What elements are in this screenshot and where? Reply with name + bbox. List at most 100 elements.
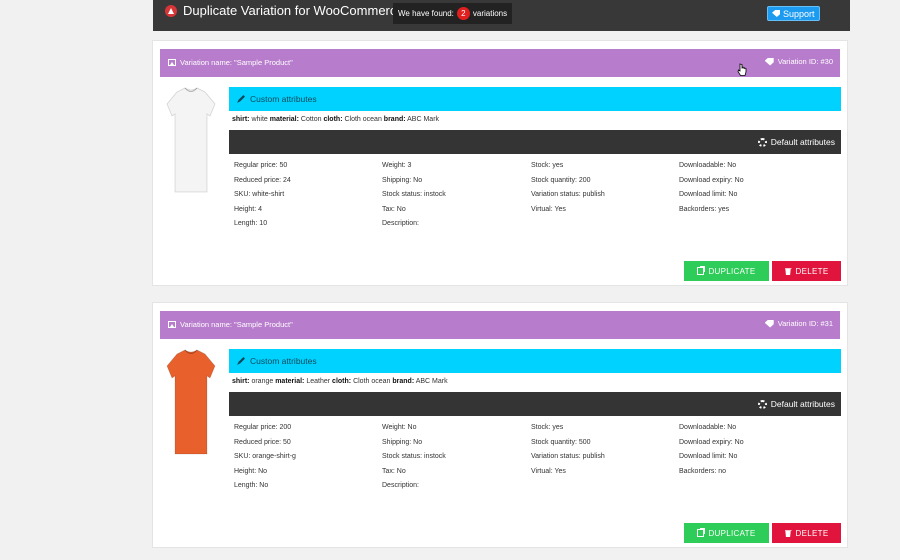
variation-detail: Backorders: no	[679, 467, 727, 475]
attribute-key: material:	[275, 378, 305, 385]
attribute-key: brand:	[383, 116, 406, 123]
attribute-key: cloth:	[323, 116, 343, 123]
attribute-list: shirt: orange material: Leather cloth: C…	[232, 378, 448, 385]
detail-column: Stock: yes Stock quantity: 200 Variation s…	[531, 162, 605, 220]
gear-icon	[757, 137, 767, 147]
variation-detail: Weight: 3	[382, 162, 412, 169]
custom-attributes-bar: Custom attributes	[229, 349, 841, 373]
variation-detail: Description:	[382, 220, 419, 227]
variation-card: Variation name: "Sample Product" Variatio…	[152, 302, 848, 548]
variation-detail: Downloadable: No	[679, 162, 737, 169]
variation-detail: Height: No	[234, 467, 268, 475]
variation-detail: Virtual: Yes	[531, 205, 566, 213]
image-icon	[168, 59, 176, 66]
variation-detail: Description:	[382, 482, 419, 489]
variation-detail: Stock status: instock	[382, 453, 446, 460]
variation-detail: Tax: No	[382, 467, 406, 475]
variation-detail: Reduced price: 24	[234, 176, 291, 184]
attribute-key: cloth:	[332, 378, 352, 385]
attribute-value: Cotton	[300, 116, 322, 123]
attribute-value: Leather	[306, 378, 331, 385]
page-title: Duplicate Variation for WooCommerce	[183, 3, 404, 18]
product-thumbnail	[166, 87, 216, 193]
delete-button[interactable]: DELETE	[772, 261, 841, 281]
attribute-value: Cloth ocean	[353, 378, 391, 385]
variation-detail: Shipping: No	[382, 438, 423, 446]
trash-icon	[784, 268, 792, 275]
attribute-value: white	[251, 116, 268, 123]
delete-button[interactable]: DELETE	[772, 523, 841, 543]
variation-detail: Stock quantity: 200	[531, 176, 591, 184]
detail-column: Downloadable: No Download expiry: No Downl…	[679, 424, 744, 482]
variation-name: Variation name: "Sample Product"	[180, 320, 293, 329]
detail-column: Stock: yes Stock quantity: 500 Variation s…	[531, 424, 605, 482]
plugin-logo-icon	[165, 5, 177, 17]
variation-detail: Virtual: Yes	[531, 467, 566, 475]
variation-id: Variation ID: #31	[777, 319, 833, 328]
tag-icon	[764, 57, 774, 66]
detail-column: Regular price: 200 Reduced price: 50 SKU: …	[234, 424, 296, 497]
variation-header: Variation name: "Sample Product" Variatio…	[160, 311, 840, 339]
found-suffix: variations	[472, 9, 508, 18]
variation-detail: Weight: No	[382, 424, 417, 431]
duplicate-label: DUPLICATE	[708, 266, 756, 276]
plugin-header: Duplicate Variation for WooCommerce We h…	[153, 0, 850, 31]
attribute-value: Cloth ocean	[344, 116, 382, 123]
support-button[interactable]: Support	[767, 6, 820, 21]
variation-detail: Variation status: publish	[531, 453, 605, 460]
detail-column: Weight: 3 Shipping: No Stock status: insto…	[382, 162, 446, 235]
variation-detail: Length: No	[234, 482, 269, 489]
attribute-key: shirt:	[232, 116, 250, 123]
variation-detail: Backorders: yes	[679, 205, 730, 213]
variation-detail: SKU: orange-shirt-g	[234, 453, 296, 460]
variation-detail: Variation status: publish	[531, 191, 605, 198]
variation-detail: Height: 4	[234, 205, 263, 213]
attribute-key: material:	[269, 116, 299, 123]
variation-detail: SKU: white-shirt	[234, 191, 285, 198]
duplicate-button[interactable]: DUPLICATE	[684, 261, 769, 281]
found-count: 2	[456, 7, 470, 20]
variation-detail: Download expiry: No	[679, 438, 744, 446]
default-attributes-bar: Default attributes	[229, 392, 841, 416]
variation-detail: Download limit: No	[679, 191, 738, 198]
variation-detail: Reduced price: 50	[234, 438, 291, 446]
variation-detail: Stock: yes	[531, 162, 564, 169]
paintbrush-icon	[237, 357, 245, 365]
product-thumbnail	[166, 349, 216, 455]
variation-detail: Download expiry: No	[679, 176, 744, 184]
variations-found-badge: We have found: 2 variations	[393, 3, 513, 24]
default-attributes-label: Default attributes	[770, 137, 835, 147]
detail-column: Downloadable: No Download expiry: No Downl…	[679, 162, 744, 220]
found-prefix: We have found:	[398, 9, 454, 18]
image-icon	[168, 321, 176, 328]
gear-icon	[757, 399, 767, 409]
attribute-key: shirt:	[232, 378, 250, 385]
copy-icon	[697, 267, 705, 275]
variation-detail: Stock status: instock	[382, 191, 446, 198]
detail-column: Regular price: 50 Reduced price: 24 SKU: w…	[234, 162, 291, 235]
support-label: Support	[783, 8, 815, 19]
variation-detail: Stock quantity: 500	[531, 438, 591, 446]
duplicate-label: DUPLICATE	[708, 528, 756, 538]
ticket-icon	[772, 10, 780, 17]
tag-icon	[764, 319, 774, 328]
paintbrush-icon	[237, 95, 245, 103]
variation-detail: Regular price: 200	[234, 424, 292, 431]
trash-icon	[784, 530, 792, 537]
variation-name: Variation name: "Sample Product"	[180, 58, 293, 67]
delete-label: DELETE	[795, 528, 829, 538]
variation-detail: Regular price: 50	[234, 162, 288, 169]
detail-column: Weight: No Shipping: No Stock status: inst…	[382, 424, 446, 497]
duplicate-button[interactable]: DUPLICATE	[684, 523, 769, 543]
variation-id: Variation ID: #30	[777, 57, 833, 66]
default-attributes-label: Default attributes	[770, 399, 835, 409]
copy-icon	[697, 529, 705, 537]
delete-label: DELETE	[795, 266, 829, 276]
custom-attributes-label: Custom attributes	[250, 356, 317, 366]
attribute-value: ABC Mark	[407, 116, 440, 123]
custom-attributes-bar: Custom attributes	[229, 87, 841, 111]
variation-detail: Downloadable: No	[679, 424, 737, 431]
attribute-value: ABC Mark	[415, 378, 448, 385]
attribute-key: brand:	[392, 378, 415, 385]
variation-detail: Tax: No	[382, 205, 406, 213]
